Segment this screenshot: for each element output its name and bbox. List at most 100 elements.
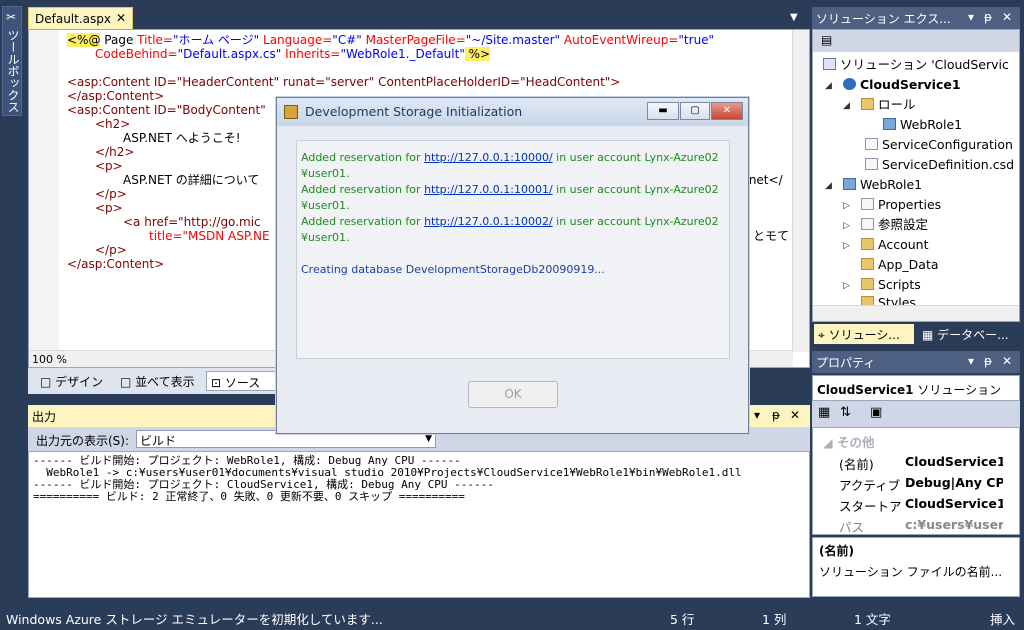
collapse-icon[interactable]: ▷: [843, 241, 850, 251]
properties-grid[interactable]: ◢ その他 (名前) CloudService1 アクティブ Debug|Any C…: [812, 427, 1020, 535]
dialog-title-bar[interactable]: Development Storage Initialization ▬ ▢ ✕: [277, 98, 748, 126]
code-line-14: title="MSDN ASP.NE: [149, 229, 270, 243]
code-line-10-tail: .net</: [745, 173, 783, 187]
toolbox-tab[interactable]: ✂ ツールボックス: [2, 6, 22, 116]
output-text[interactable]: ------ ビルド開始: プロジェクト: WebRole1, 構成: Debu…: [28, 451, 810, 598]
code-line-12: <p>: [95, 201, 123, 215]
log-line: Added reservation for http://127.0.0.1:1…: [301, 215, 719, 228]
tab-database-explorer[interactable]: ▦ データベー...: [918, 324, 1018, 344]
chevron-down-icon[interactable]: ▾: [968, 354, 974, 368]
tree-cloudservice[interactable]: CloudService1: [843, 77, 961, 93]
expand-icon[interactable]: ◢: [825, 81, 832, 91]
tab-design[interactable]: □ デザイン: [36, 371, 107, 391]
pin-icon[interactable]: ᵽ: [984, 10, 992, 24]
properties-object-select[interactable]: CloudService1 ソリューション: [812, 375, 1020, 401]
properties-icon[interactable]: ▤: [821, 33, 832, 47]
code-line-1: <%@ Page Title="ホーム ページ" Language="C#" M…: [67, 33, 715, 47]
chevron-down-icon[interactable]: ▼: [790, 12, 798, 23]
property-row[interactable]: スタートア CloudService1: [813, 494, 1003, 514]
tree-webrole-ref[interactable]: WebRole1: [883, 117, 962, 133]
expand-icon[interactable]: ◢: [843, 101, 850, 111]
code-line-3: <asp:Content ID="HeaderContent" runat="s…: [67, 75, 621, 89]
close-icon[interactable]: ✕: [116, 11, 126, 25]
status-bar: Windows Azure ストレージ エミュレーターを初期化しています... …: [0, 606, 1024, 630]
dialog-log[interactable]: Added reservation for http://127.0.0.1:1…: [296, 140, 730, 359]
property-description-title: (名前): [819, 544, 854, 558]
code-line-11: </p>: [95, 187, 127, 201]
maximize-icon[interactable]: ▢: [680, 102, 710, 120]
categorized-icon[interactable]: ▦: [818, 405, 830, 420]
code-line-5: <asp:Content ID="BodyContent": [67, 103, 266, 117]
tree-webrole-project[interactable]: WebRole1: [843, 177, 922, 193]
tree-properties[interactable]: Properties: [861, 197, 941, 213]
minimize-icon[interactable]: ▬: [647, 102, 679, 120]
toolbox-icon: ✂: [6, 10, 17, 24]
code-line-4: </asp:Content>: [67, 89, 165, 103]
reservation-link[interactable]: http://127.0.0.1:10002/: [424, 215, 553, 228]
solution-explorer-title: ソリューション エクス...: [816, 12, 951, 26]
solution-icon: [823, 58, 836, 70]
chevron-down-icon[interactable]: ▾: [968, 10, 974, 24]
pin-icon[interactable]: ᵽ: [984, 354, 992, 368]
collapse-icon[interactable]: ▷: [843, 201, 850, 211]
tree-service-config[interactable]: ServiceConfiguration: [865, 137, 1013, 153]
editor-vertical-scrollbar[interactable]: [792, 30, 809, 352]
output-line: ========== ビルド: 2 正常終了、0 失敗、0 更新不要、0 スキッ…: [33, 490, 465, 503]
config-file-icon: [865, 158, 878, 170]
property-pages-icon[interactable]: ▣: [870, 405, 882, 420]
tree-service-def[interactable]: ServiceDefinition.csd: [865, 157, 1014, 173]
property-row[interactable]: アクティブDebug|Any CPU: [813, 473, 1003, 493]
folder-icon: [861, 278, 874, 290]
close-icon[interactable]: ✕: [790, 408, 800, 422]
properties-header: プロパティ ▾ ᵽ ✕: [812, 351, 1020, 373]
toolbox-strip: ✂ ツールボックス: [0, 0, 24, 606]
status-line: 5 行: [670, 612, 695, 627]
tree-solution[interactable]: ソリューション 'CloudServic: [823, 57, 1009, 73]
tree-styles[interactable]: Styles: [861, 295, 916, 305]
solution-tree[interactable]: ▤ ソリューション 'CloudServic ◢ CloudService1 ◢…: [812, 29, 1020, 322]
ok-button[interactable]: OK: [468, 381, 558, 408]
document-tab-label: Default.aspx: [35, 12, 111, 26]
code-line-7: ASP.NET へようこそ!: [123, 131, 241, 145]
code-line-2: CodeBehind="Default.aspx.cs" Inherits="W…: [95, 47, 491, 61]
close-icon[interactable]: ✕: [711, 102, 743, 120]
tree-app-data[interactable]: App_Data: [861, 257, 939, 273]
reservation-link[interactable]: http://127.0.0.1:10000/: [424, 151, 553, 164]
reservation-link[interactable]: http://127.0.0.1:10001/: [424, 183, 553, 196]
close-icon[interactable]: ✕: [1002, 354, 1012, 368]
references-icon: [861, 218, 874, 230]
property-description: (名前) ソリューション ファイルの名前...: [812, 537, 1020, 597]
property-row[interactable]: パス c:¥users¥user0: [813, 515, 1003, 534]
log-line: Creating database DevelopmentStorageDb20…: [301, 263, 605, 276]
log-line: Added reservation for http://127.0.0.1:1…: [301, 183, 719, 196]
expand-icon[interactable]: ◢: [825, 181, 832, 191]
toolbox-label: ツールボックス: [6, 29, 20, 113]
properties-category[interactable]: ◢ その他: [823, 432, 874, 451]
dialog-title: Development Storage Initialization: [305, 104, 523, 119]
document-tab[interactable]: Default.aspx ✕: [28, 7, 133, 29]
property-row[interactable]: (名前) CloudService1: [813, 452, 1003, 472]
code-line-8: </h2>: [95, 145, 135, 159]
solution-horizontal-scrollbar[interactable]: [813, 305, 1019, 321]
solution-explorer-header: ソリューション エクス... ▾ ᵽ ✕: [812, 7, 1020, 29]
view-switch-bar: □ デザイン □ 並べて表示 ⊡ ソース: [28, 368, 298, 394]
tab-solution-explorer[interactable]: ⌖ ソリューシ...: [814, 324, 914, 344]
status-char: 1 文字: [854, 612, 891, 627]
tab-split[interactable]: □ 並べて表示: [116, 371, 199, 391]
tree-scripts[interactable]: Scripts: [861, 277, 921, 293]
tree-roles[interactable]: ロール: [861, 97, 916, 113]
pin-icon[interactable]: ᵽ: [772, 408, 780, 422]
zoom-level[interactable]: 100 %: [32, 353, 67, 366]
property-description-text: ソリューション ファイルの名前...: [819, 565, 1003, 579]
chevron-down-icon[interactable]: ▾: [754, 408, 760, 422]
code-line-14-tail: とモて: [753, 229, 790, 243]
properties-toolbar: ▦ ⇅ ▣: [812, 401, 1020, 427]
tree-account[interactable]: Account: [861, 237, 928, 253]
folder-icon: [861, 296, 874, 305]
close-icon[interactable]: ✕: [1002, 10, 1012, 24]
sort-alpha-icon[interactable]: ⇅: [840, 405, 851, 420]
collapse-icon[interactable]: ▷: [843, 221, 850, 231]
tree-references[interactable]: 参照設定: [861, 217, 928, 233]
collapse-icon[interactable]: ▷: [843, 281, 850, 291]
role-icon: [883, 118, 896, 130]
